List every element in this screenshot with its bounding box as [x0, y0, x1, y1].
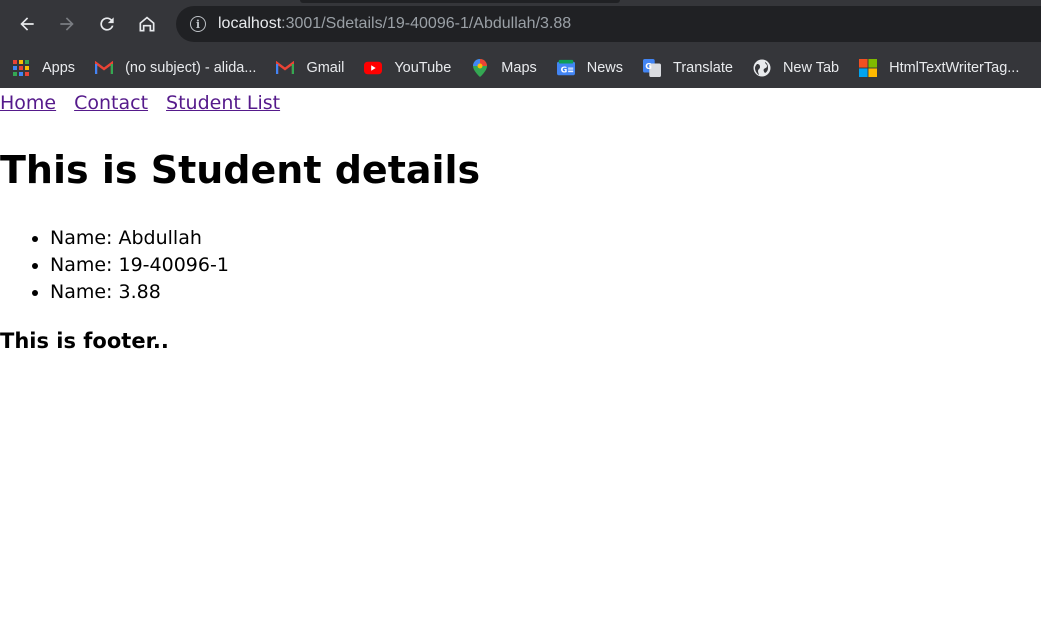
browser-chrome: i localhost:3001/Sdetails/19-40096-1/Abd…	[0, 0, 1041, 88]
arrow-right-icon	[60, 17, 74, 31]
bookmark-label: Apps	[42, 60, 76, 76]
gmail-icon	[276, 59, 295, 77]
bookmark-label: YouTube	[394, 60, 452, 76]
nav-link-contact[interactable]: Contact	[74, 92, 148, 114]
bookmark-label: HtmlTextWriterTag...	[889, 60, 1020, 76]
site-nav: Home Contact Student List	[0, 92, 298, 114]
bookmark-label: News	[586, 60, 624, 76]
bookmark-label: Gmail	[306, 60, 345, 76]
page-title: This is Student details	[0, 148, 481, 192]
arrow-left-icon	[20, 17, 34, 31]
bookmark-maps[interactable]: Maps	[471, 59, 537, 77]
bookmark-gmail[interactable]: Gmail	[276, 59, 344, 77]
forward-button[interactable]	[47, 4, 87, 44]
detail-item-id: Name: 19-40096-1	[50, 252, 229, 279]
bookmark-label: Translate	[673, 60, 733, 76]
youtube-icon	[364, 59, 383, 77]
bookmark-no-subject[interactable]: (no subject) - alida...	[95, 59, 256, 77]
url-text: localhost:3001/Sdetails/19-40096-1/Abdul…	[218, 15, 571, 33]
reload-button[interactable]	[87, 4, 127, 44]
address-bar[interactable]: i localhost:3001/Sdetails/19-40096-1/Abd…	[176, 6, 1041, 42]
bookmark-htmltextwritertag[interactable]: HtmlTextWriterTag...	[859, 59, 1019, 77]
bookmarks-bar: Apps (no subject) - alida... Gmail YouTu…	[0, 48, 1041, 88]
home-icon	[139, 16, 155, 32]
gmail-icon	[95, 59, 114, 77]
svg-text:G≡: G≡	[560, 65, 573, 75]
bookmark-youtube[interactable]: YouTube	[364, 59, 451, 77]
bookmark-new-tab[interactable]: New Tab	[753, 59, 839, 77]
bookmark-news[interactable]: G≡ News	[556, 59, 624, 77]
reload-icon	[100, 17, 114, 31]
bookmark-label: (no subject) - alida...	[125, 60, 257, 76]
page-footer: This is footer..	[0, 329, 169, 353]
url-path: :3001/Sdetails/19-40096-1/Abdullah/3.88	[281, 15, 572, 32]
browser-toolbar: i localhost:3001/Sdetails/19-40096-1/Abd…	[0, 0, 1041, 48]
bookmark-apps[interactable]: Apps	[12, 59, 75, 77]
site-info-icon[interactable]: i	[190, 16, 206, 32]
url-host: localhost	[218, 15, 282, 32]
apps-grid-icon	[12, 59, 30, 77]
maps-pin-icon	[471, 59, 489, 77]
detail-item-name: Name: Abdullah	[50, 225, 229, 252]
home-button[interactable]	[127, 4, 167, 44]
back-button[interactable]	[7, 4, 47, 44]
microsoft-icon	[859, 59, 878, 77]
student-details-list: Name: Abdullah Name: 19-40096-1 Name: 3.…	[10, 225, 229, 306]
globe-icon	[753, 59, 771, 77]
google-translate-icon: G	[643, 59, 662, 77]
bookmark-translate[interactable]: G Translate	[643, 59, 733, 77]
bookmark-label: Maps	[501, 60, 537, 76]
nav-link-home[interactable]: Home	[0, 92, 56, 114]
detail-item-cgpa: Name: 3.88	[50, 279, 229, 306]
nav-link-student-list[interactable]: Student List	[166, 92, 280, 114]
google-news-icon: G≡	[556, 59, 575, 77]
bookmark-label: New Tab	[782, 60, 840, 76]
svg-text:G: G	[645, 61, 652, 71]
